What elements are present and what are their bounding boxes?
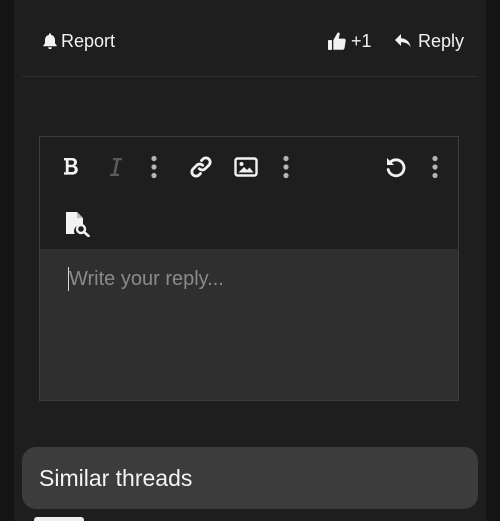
post-actions-bar: Report +1 Reply [22, 0, 478, 77]
options-more-button[interactable] [419, 151, 451, 183]
page: Report +1 Reply Write your reply... Simi… [0, 0, 500, 521]
left-gutter [0, 0, 14, 521]
preview-button[interactable] [62, 208, 94, 240]
bold-icon [64, 158, 78, 175]
report-button[interactable]: Report [42, 28, 115, 54]
right-gutter [486, 0, 500, 521]
text-more-button[interactable] [138, 151, 170, 183]
document-search-icon [66, 212, 90, 237]
similar-threads-title: Similar threads [39, 465, 193, 491]
editor-toolbar [40, 137, 460, 195]
image-button[interactable] [230, 151, 262, 183]
reply-placeholder: Write your reply... [69, 268, 224, 290]
reply-button[interactable]: Reply [394, 28, 464, 54]
link-button[interactable] [185, 151, 217, 183]
bold-button[interactable] [55, 151, 87, 183]
thumbs-up-icon [328, 32, 346, 50]
editor-toolbar-secondary [40, 195, 118, 249]
link-icon [190, 156, 212, 178]
bell-icon [43, 33, 57, 50]
italic-button[interactable] [100, 151, 132, 183]
image-icon [234, 157, 258, 177]
insert-more-button[interactable] [270, 151, 302, 183]
like-count: +1 [351, 30, 372, 51]
reply-editor: Write your reply... [39, 136, 459, 401]
italic-icon [110, 158, 122, 176]
reply-arrow-icon [395, 34, 411, 48]
undo-icon [386, 158, 406, 178]
reply-text-area[interactable]: Write your reply... [40, 249, 458, 400]
undo-button[interactable] [380, 151, 412, 183]
vertical-ellipsis-icon [283, 155, 289, 179]
vertical-ellipsis-icon [151, 155, 157, 179]
similar-threads-header[interactable]: Similar threads [22, 447, 478, 509]
like-button[interactable]: +1 [327, 28, 372, 54]
vertical-ellipsis-icon [432, 155, 438, 179]
report-label: Report [61, 30, 116, 51]
reply-label: Reply [418, 30, 465, 51]
thread-thumbnail[interactable] [34, 517, 84, 521]
